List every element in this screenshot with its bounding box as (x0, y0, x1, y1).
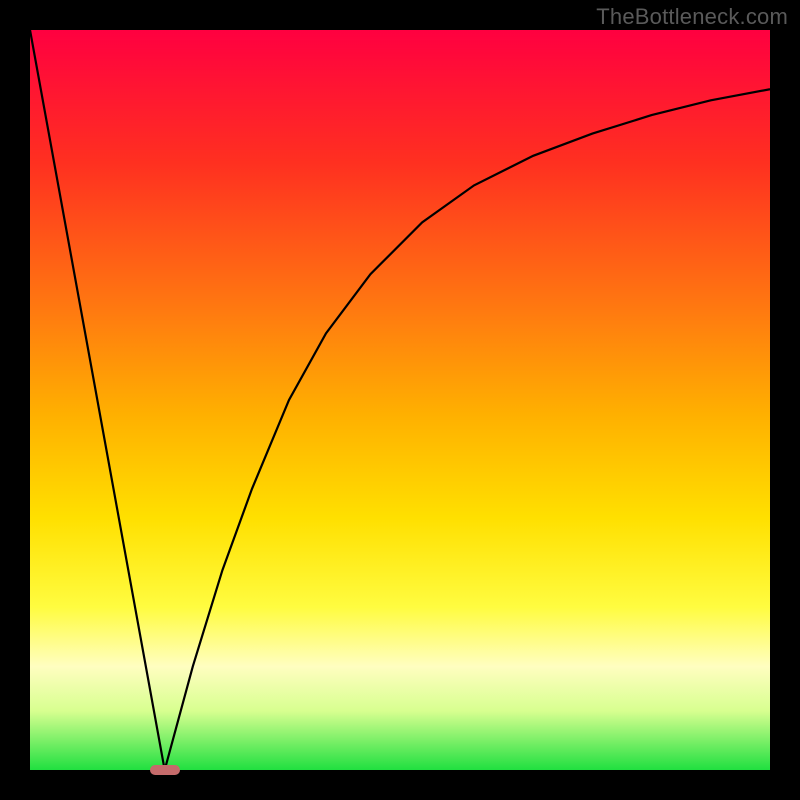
watermark-text: TheBottleneck.com (596, 4, 788, 30)
chart-frame: TheBottleneck.com (0, 0, 800, 800)
bottleneck-curve (30, 30, 770, 770)
optimal-marker (150, 765, 180, 775)
curve-path (30, 30, 770, 770)
plot-area (30, 30, 770, 770)
